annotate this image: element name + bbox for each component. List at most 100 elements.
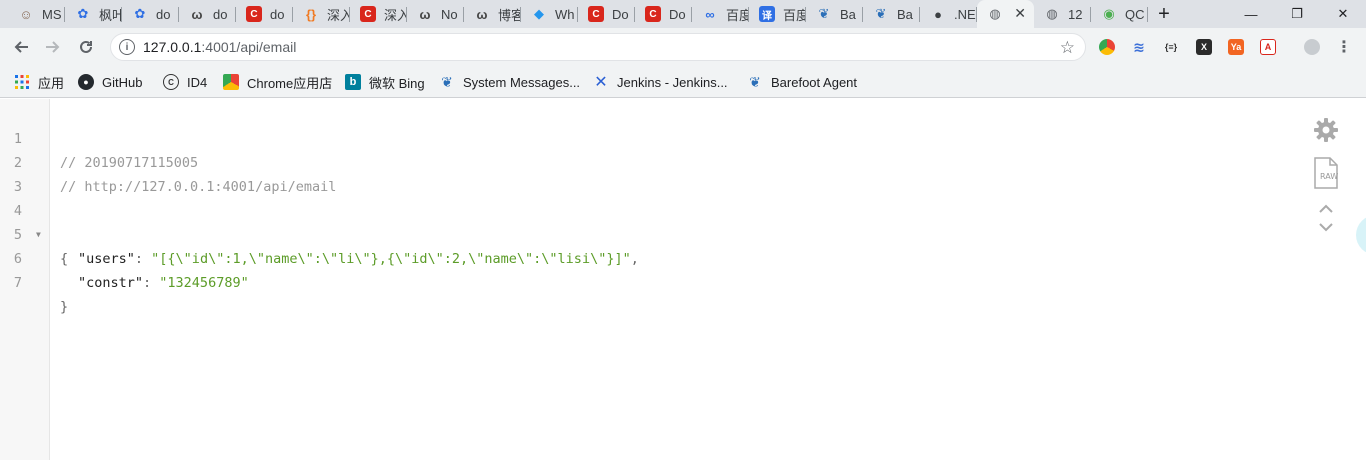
dotnet-icon: ● <box>934 6 942 22</box>
bookmark-chrome-store[interactable]: Chrome应用店 <box>223 73 332 91</box>
raw-label: RAW <box>1320 172 1339 181</box>
line-number: 7 <box>13 275 22 291</box>
bookmark-label: Jenkins - Jenkins... <box>617 74 728 90</box>
yuque-icon: ω <box>419 6 431 22</box>
tab-title: .NE <box>954 6 976 22</box>
code-line: 2 // http://127.0.0.1:4001/api/email <box>0 127 1280 195</box>
browser-tab[interactable]: ✿ 枫叶 <box>65 0 122 28</box>
confluence-icon: ✕ <box>594 74 608 91</box>
tab-title: QC <box>1125 6 1145 22</box>
bookmark-label: System Messages... <box>463 74 581 90</box>
maximize-button[interactable]: ❐ <box>1274 0 1320 28</box>
barefoot-icon: ❦ <box>441 73 453 90</box>
browser-tab[interactable]: ω 博客 <box>464 0 521 28</box>
bookmark-system-messages[interactable]: ❦ System Messages... <box>439 73 580 91</box>
browser-tab[interactable]: ∞ 百度 <box>692 0 749 28</box>
yuque-icon: ω <box>191 6 203 22</box>
bookmark-label: Barefoot Agent <box>771 74 858 90</box>
close-window-button[interactable]: ✕ <box>1320 0 1366 28</box>
browser-tab[interactable]: ◆ Wh <box>521 0 578 28</box>
browser-tab[interactable]: C Do <box>578 0 635 28</box>
tab-title: Wh <box>555 6 575 22</box>
url-host: 127.0.0.1 <box>143 39 202 55</box>
csdn-icon: C <box>360 6 376 22</box>
bookmark-barefoot-agent[interactable]: ❦ Barefoot Agent <box>747 73 857 91</box>
browser-tab[interactable]: ☺ MS <box>8 0 65 28</box>
settings-button[interactable] <box>1311 115 1341 145</box>
bookmark-id4[interactable]: C ID4 <box>163 73 207 91</box>
chrome-extension-icon[interactable] <box>1099 39 1115 55</box>
json-extension-icon[interactable]: {≡} <box>1163 39 1179 55</box>
back-button[interactable] <box>8 34 34 60</box>
chrome-icon: ◉ <box>1103 6 1115 21</box>
baidu-cloud-icon: ∞ <box>705 6 715 22</box>
browser-tab[interactable]: ◍ 12 <box>1034 0 1091 28</box>
chevron-up-icon <box>1319 204 1333 213</box>
browser-tab[interactable]: ❦ Ba <box>806 0 863 28</box>
yuque-icon: ω <box>476 6 488 22</box>
code-line: 6 "constr": "132456789" <box>0 223 1280 291</box>
code-line: 1 // 20190717115005 <box>0 103 1280 171</box>
minimize-button[interactable]: — <box>1228 0 1274 28</box>
tab-title: 枫叶 <box>99 7 122 23</box>
tab-separator <box>1147 7 1148 22</box>
reload-icon <box>80 40 92 53</box>
arrow-left-icon <box>14 41 28 53</box>
tab-title: 深入 <box>327 7 350 23</box>
floating-assistant-bubble[interactable] <box>1356 215 1366 255</box>
arrow-right-icon <box>46 41 60 53</box>
pdf-extension-icon[interactable]: A <box>1260 39 1276 55</box>
tab-title: Ba <box>840 6 856 22</box>
browser-tab[interactable]: 译百度 <box>749 0 806 28</box>
forward-button[interactable] <box>40 34 66 60</box>
browser-tab[interactable]: ● .NE <box>920 0 977 28</box>
csdn-icon: C <box>645 6 661 22</box>
browser-tab[interactable]: ❦ Ba <box>863 0 920 28</box>
csdn-icon: C <box>588 6 604 22</box>
bookmark-jenkins[interactable]: ✕ Jenkins - Jenkins... <box>593 73 728 91</box>
collapse-all-button[interactable] <box>1311 219 1341 235</box>
info-icon[interactable]: i <box>119 39 135 55</box>
tab-title: No <box>441 6 458 22</box>
browser-tab[interactable]: C 深入 <box>350 0 407 28</box>
tab-title: 百度 <box>783 7 806 23</box>
x-extension-icon[interactable]: X <box>1196 39 1212 55</box>
code-line: 4 ▼ { <box>0 175 1280 267</box>
browser-tab[interactable]: Cdo <box>236 0 293 28</box>
browser-tab[interactable]: ✿ do <box>122 0 179 28</box>
browser-tab[interactable]: ω do <box>179 0 236 28</box>
menu-kebab-icon[interactable]: ⋮ <box>1336 39 1352 56</box>
address-bar[interactable]: i 127.0.0.1:4001/api/email ☆ <box>110 33 1086 61</box>
tab-title: do <box>213 6 228 22</box>
tab-title: 博客 <box>498 7 521 23</box>
browser-toolbar: i 127.0.0.1:4001/api/email ☆ ≋ {≡} X Ya … <box>0 28 1366 66</box>
bookmark-github[interactable]: ● GitHub <box>78 73 142 91</box>
bookmark-star-icon[interactable]: ☆ <box>1060 38 1075 58</box>
tab-title: 百度 <box>726 7 749 23</box>
browser-tab[interactable]: ◍ ✕ <box>977 0 1034 28</box>
profile-avatar-icon[interactable] <box>1304 39 1320 55</box>
id4-icon: C <box>163 74 179 90</box>
browser-tab[interactable]: C Do <box>635 0 692 28</box>
new-tab-button[interactable]: + <box>1152 2 1176 26</box>
code-line: 3 <box>0 151 1280 195</box>
bookmark-apps[interactable]: 应用 <box>14 73 64 91</box>
browser-tab[interactable]: {} 深入 <box>293 0 350 28</box>
tab-title: Do <box>612 6 629 22</box>
reload-button[interactable] <box>73 34 99 60</box>
browser-tab[interactable]: ω No <box>407 0 464 28</box>
tab-title: 12 <box>1068 6 1083 22</box>
tab-title: do <box>270 6 285 22</box>
ya-extension-icon[interactable]: Ya <box>1228 39 1244 55</box>
browser-tab[interactable]: ◉ QC <box>1091 0 1148 28</box>
bing-icon: b <box>345 74 361 90</box>
bookmark-label: Chrome应用店 <box>247 75 333 91</box>
chevron-down-icon <box>1319 223 1333 232</box>
close-tab-icon[interactable]: ✕ <box>1014 5 1026 22</box>
raw-view-button[interactable]: RAW <box>1311 157 1341 189</box>
layers-extension-icon[interactable]: ≋ <box>1131 39 1147 55</box>
expand-all-button[interactable] <box>1311 201 1341 217</box>
apps-grid-icon <box>14 74 30 90</box>
globe-icon: ◍ <box>1046 6 1058 21</box>
bookmark-bing[interactable]: b 微软 Bing <box>345 73 425 91</box>
